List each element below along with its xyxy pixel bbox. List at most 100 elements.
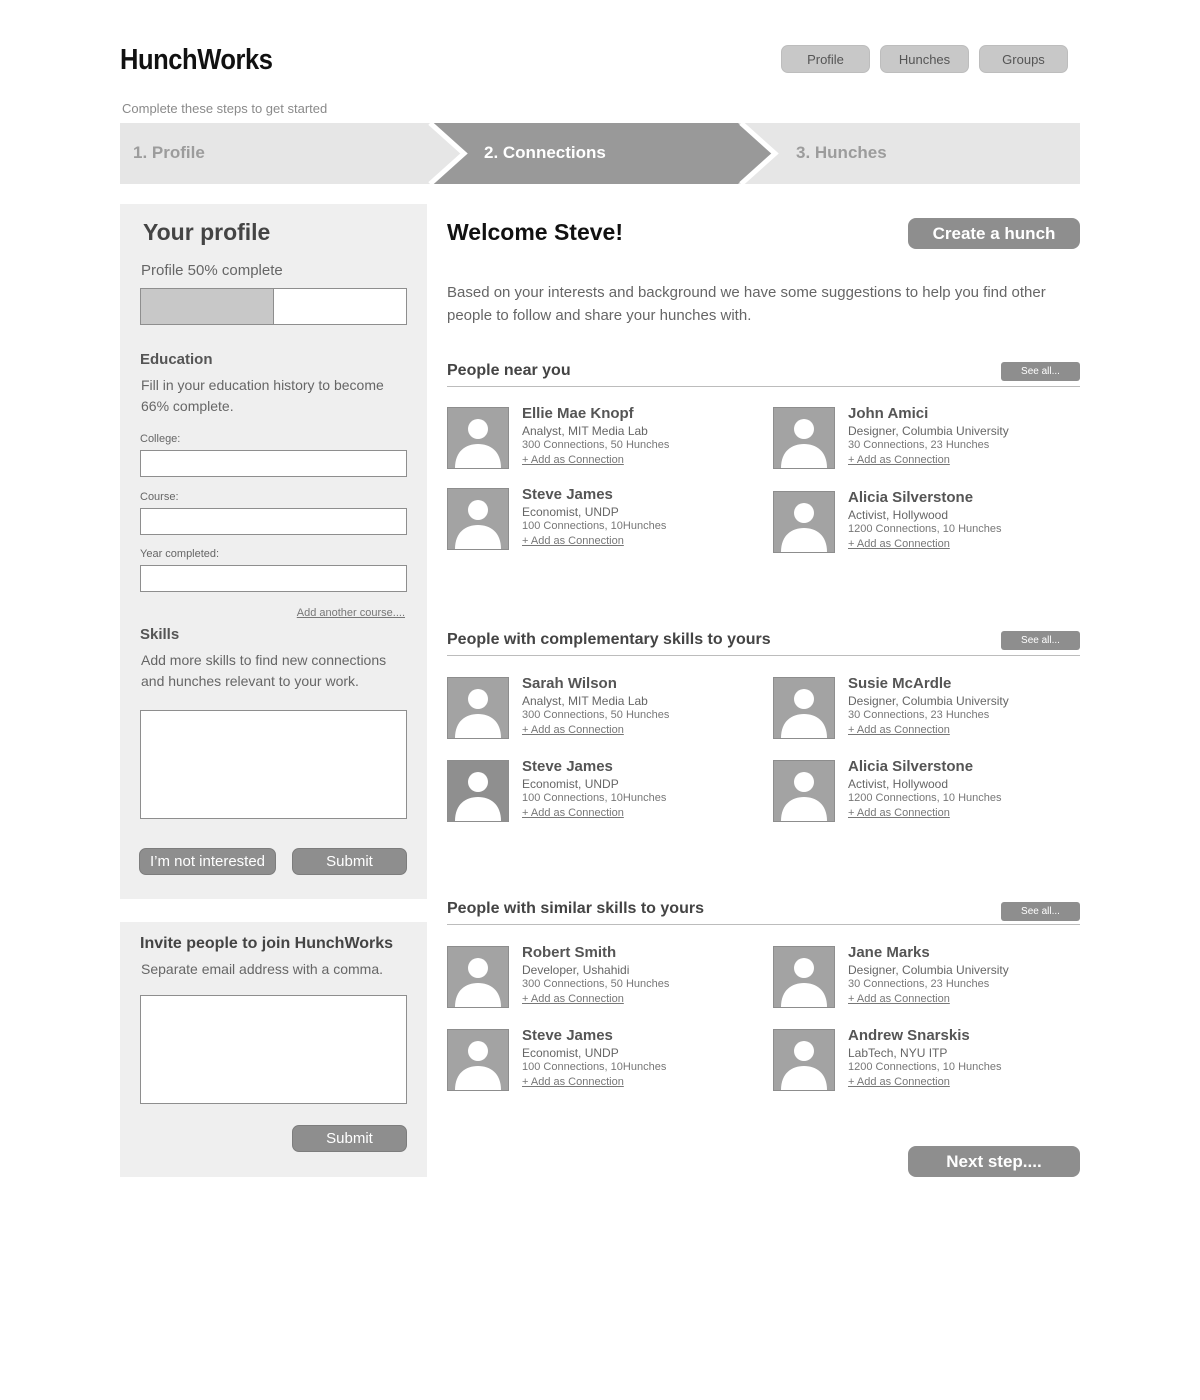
- add-connection-link[interactable]: + Add as Connection: [522, 1076, 624, 1088]
- add-connection-link[interactable]: + Add as Connection: [848, 538, 950, 550]
- person-role: Designer, Columbia University: [848, 424, 1009, 438]
- person-placeholder-icon[interactable]: [773, 491, 835, 553]
- add-connection-link[interactable]: + Add as Connection: [522, 724, 624, 736]
- person-name[interactable]: Steve James: [522, 758, 613, 775]
- person-name[interactable]: Sarah Wilson: [522, 675, 617, 692]
- add-connection-link[interactable]: + Add as Connection: [522, 993, 624, 1005]
- invite-submit-button[interactable]: Submit: [292, 1125, 407, 1152]
- person-stats: 30 Connections, 23 Hunches: [848, 709, 990, 721]
- add-connection-link[interactable]: + Add as Connection: [848, 454, 950, 466]
- step-profile[interactable]: 1. Profile: [133, 143, 205, 163]
- year-completed-input[interactable]: [140, 565, 407, 592]
- year-completed-label: Year completed:: [140, 548, 220, 560]
- profile-panel: Your profile Profile 50% complete Educat…: [120, 204, 427, 899]
- person-role: Economist, UNDP: [522, 777, 619, 791]
- course-label: Course:: [140, 491, 179, 503]
- see-all-button[interactable]: See all...: [1001, 362, 1080, 381]
- person-role: Analyst, MIT Media Lab: [522, 694, 648, 708]
- person-stats: 100 Connections, 10Hunches: [522, 520, 667, 532]
- create-hunch-button[interactable]: Create a hunch: [908, 218, 1080, 249]
- person-name[interactable]: Jane Marks: [848, 944, 930, 961]
- person-stats: 1200 Connections, 10 Hunches: [848, 523, 1002, 535]
- person-card: John Amici Designer, Columbia University…: [773, 405, 1073, 469]
- step-hunches[interactable]: 3. Hunches: [796, 143, 887, 163]
- skills-title: Skills: [140, 626, 180, 643]
- add-connection-link[interactable]: + Add as Connection: [848, 993, 950, 1005]
- education-description: Fill in your education history to become…: [141, 377, 384, 414]
- profile-progress-bar: [140, 288, 407, 325]
- person-name[interactable]: Andrew Snarskis: [848, 1027, 970, 1044]
- person-placeholder-icon[interactable]: [447, 407, 509, 469]
- person-placeholder-icon[interactable]: [773, 1029, 835, 1091]
- person-stats: 300 Connections, 50 Hunches: [522, 709, 670, 721]
- profile-submit-button[interactable]: Submit: [292, 848, 407, 875]
- add-connection-link[interactable]: + Add as Connection: [522, 807, 624, 819]
- person-placeholder-icon[interactable]: [773, 407, 835, 469]
- section-divider: [447, 924, 1080, 925]
- skills-description: Add more skills to find new connections …: [141, 652, 387, 689]
- person-role: Economist, UNDP: [522, 1046, 619, 1060]
- person-card: Alicia Silverstone Activist, Hollywood 1…: [773, 489, 1073, 553]
- college-input[interactable]: [140, 450, 407, 477]
- nav-groups-button[interactable]: Groups: [979, 45, 1068, 73]
- add-connection-link[interactable]: + Add as Connection: [522, 454, 624, 466]
- person-role: Developer, Ushahidi: [522, 963, 630, 977]
- person-stats: 30 Connections, 23 Hunches: [848, 978, 990, 990]
- person-card: Robert Smith Developer, Ushahidi 300 Con…: [447, 944, 747, 1008]
- step-connections[interactable]: 2. Connections: [484, 143, 606, 163]
- college-label: College:: [140, 433, 181, 445]
- person-name[interactable]: John Amici: [848, 405, 928, 422]
- not-interested-button[interactable]: I’m not interested: [139, 848, 276, 875]
- section-title: People near you: [447, 362, 571, 379]
- person-placeholder-icon[interactable]: [447, 677, 509, 739]
- see-all-button[interactable]: See all...: [1001, 631, 1080, 650]
- person-name[interactable]: Susie McArdle: [848, 675, 951, 692]
- person-placeholder-icon[interactable]: [447, 488, 509, 550]
- person-card: Jane Marks Designer, Columbia University…: [773, 944, 1073, 1008]
- person-name[interactable]: Ellie Mae Knopf: [522, 405, 634, 422]
- add-connection-link[interactable]: + Add as Connection: [848, 807, 950, 819]
- skills-textarea[interactable]: [140, 710, 407, 819]
- nav-hunches-button[interactable]: Hunches: [880, 45, 969, 73]
- person-placeholder-icon[interactable]: [773, 760, 835, 822]
- see-all-button[interactable]: See all...: [1001, 902, 1080, 921]
- nav-profile-button[interactable]: Profile: [781, 45, 870, 73]
- course-input[interactable]: [140, 508, 407, 535]
- person-role: LabTech, NYU ITP: [848, 1046, 948, 1060]
- person-name[interactable]: Alicia Silverstone: [848, 758, 973, 775]
- person-card: Susie McArdle Designer, Columbia Univers…: [773, 675, 1073, 739]
- profile-panel-title: Your profile: [143, 219, 271, 245]
- add-connection-link[interactable]: + Add as Connection: [848, 1076, 950, 1088]
- person-card: Alicia Silverstone Activist, Hollywood 1…: [773, 758, 1073, 822]
- person-role: Activist, Hollywood: [848, 508, 949, 522]
- add-connection-link[interactable]: + Add as Connection: [522, 535, 624, 547]
- person-card: Steve James Economist, UNDP 100 Connecti…: [447, 486, 747, 550]
- person-stats: 300 Connections, 50 Hunches: [522, 439, 670, 451]
- person-card: Sarah Wilson Analyst, MIT Media Lab 300 …: [447, 675, 747, 739]
- person-placeholder-icon[interactable]: [447, 1029, 509, 1091]
- person-name[interactable]: Steve James: [522, 1027, 613, 1044]
- person-name[interactable]: Robert Smith: [522, 944, 616, 961]
- person-card: Steve James Economist, UNDP 100 Connecti…: [447, 758, 747, 822]
- person-card: Ellie Mae Knopf Analyst, MIT Media Lab 3…: [447, 405, 747, 469]
- invite-emails-textarea[interactable]: [140, 995, 407, 1104]
- profile-progress-fill: [141, 289, 274, 324]
- person-name[interactable]: Alicia Silverstone: [848, 489, 973, 506]
- invite-panel: Invite people to join HunchWorks Separat…: [120, 922, 427, 1177]
- person-stats: 1200 Connections, 10 Hunches: [848, 792, 1002, 804]
- person-name[interactable]: Steve James: [522, 486, 613, 503]
- person-stats: 100 Connections, 10Hunches: [522, 792, 667, 804]
- add-connection-link[interactable]: + Add as Connection: [848, 724, 950, 736]
- person-stats: 100 Connections, 10Hunches: [522, 1061, 667, 1073]
- add-another-course-link[interactable]: Add another course....: [297, 607, 405, 619]
- person-placeholder-icon[interactable]: [773, 946, 835, 1008]
- person-placeholder-icon[interactable]: [447, 760, 509, 822]
- person-placeholder-icon[interactable]: [773, 677, 835, 739]
- steps-caption: Complete these steps to get started: [122, 101, 328, 116]
- person-stats: 30 Connections, 23 Hunches: [848, 439, 990, 451]
- next-step-button[interactable]: Next step....: [908, 1146, 1080, 1177]
- person-role: Designer, Columbia University: [848, 694, 1009, 708]
- person-stats: 300 Connections, 50 Hunches: [522, 978, 670, 990]
- person-placeholder-icon[interactable]: [447, 946, 509, 1008]
- section-title: People with similar skills to yours: [447, 900, 704, 917]
